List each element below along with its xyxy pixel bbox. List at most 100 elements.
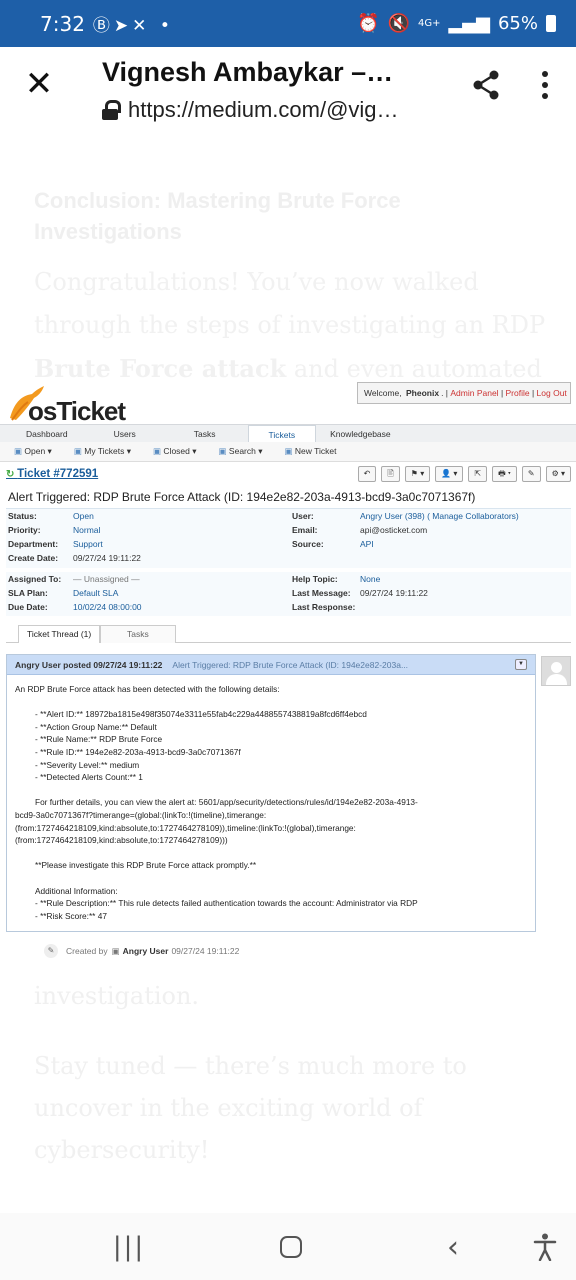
tab-users[interactable]: Users [104,425,146,443]
priority-field: Priority: Normal [8,525,100,535]
system-nav-bar: ||| ‹ [0,1213,576,1280]
notification-icons: Ⓑ➤✕ • [92,16,174,36]
post-subject-preview: Alert Triggered: RDP Brute Force Attack … [172,659,409,670]
sla-value: Default SLA [73,588,119,598]
subnav-search[interactable]: Search ▾ [219,446,263,457]
due-date-field: Due Date: 10/02/24 08:00:00 [8,602,142,612]
article-content-bottom: investigation. Stay tuned — there’s much… [34,975,554,1171]
created-by-line: ✎ Created by ▣ Angry User 09/27/24 19:11… [44,944,239,958]
thread-tabs: Ticket Thread (1) Tasks [6,625,571,643]
welcome-bar: Welcome, Pheonix. | Admin Panel | Profil… [357,382,571,404]
email-field: Email: api@osticket.com [292,525,427,535]
post-author: Angry User posted 09/27/24 19:11:22 [15,659,163,670]
battery-icon [546,15,556,32]
admin-panel-link[interactable]: Admin Panel [450,388,498,398]
created-by-date: 09/27/24 19:11:22 [171,946,240,956]
assign-icon[interactable]: 👤 ▾ [435,466,464,482]
subnav-closed[interactable]: Closed ▾ [153,446,196,457]
chevron-down-icon[interactable]: ▼ [515,659,527,670]
sla-label: SLA Plan: [8,588,48,598]
last-message-label: Last Message: [292,588,351,598]
tab-ticket-thread[interactable]: Ticket Thread (1) [18,625,101,643]
print-icon[interactable]: 🖶 ▾ [492,466,517,482]
created-by-user: Angry User [122,946,169,956]
ticket-header: Ticket #772591 ↶ 🖹 ⚑ ▾ 👤 ▾ ⇱ 🖶 ▾ ✎ ⚙ ▾ [6,466,571,484]
back-icon[interactable]: ‹ [436,1230,470,1265]
source-value: API [360,539,374,549]
post-details-link-text: (from:1727464218109,kind:absolute,to:172… [15,822,356,833]
status-label: Status: [8,511,37,521]
tab-tickets[interactable]: Tickets [247,425,317,443]
post-details-link-text: bcd9-3a0c7071367f?timerange=(global:(lin… [15,809,267,820]
profile-link[interactable]: Profile [506,388,530,398]
mute-icon: 🔇 [387,13,410,34]
tab-dashboard[interactable]: Dashboard [16,425,78,443]
user-value[interactable]: Angry User (398) ( Manage Collaborators) [360,511,519,521]
ticket-info-secondary: Assigned To: — Unassigned — SLA Plan: Defa… [6,572,571,616]
edit-icon[interactable]: ✎ [521,466,541,482]
ticket-subnav: Open ▾ My Tickets ▾ Closed ▾ Search ▾ Ne… [0,442,576,462]
ticket-number-link[interactable]: Ticket #772591 [6,468,98,480]
created-by-label: Created by [66,946,108,956]
assigned-label: Assigned To: [8,574,62,584]
subnav-my-tickets[interactable]: My Tickets ▾ [74,446,131,457]
status-bar: 7:32 Ⓑ➤✕ • ⏰ 🔇 4G+ ▂▄▆ 65% [0,0,576,47]
post-details-link-text: For further details, you can view the al… [35,797,418,808]
flag-icon[interactable]: ⚑ ▾ [404,466,431,482]
tab-knowledgebase[interactable]: Knowledgebase [320,425,401,443]
thread-entry: Angry User posted 09/27/24 19:11:22 Aler… [6,654,536,932]
create-date-field: Create Date: 09/27/24 19:11:22 [8,553,141,563]
source-label: Source: [292,539,324,549]
tab-tasks[interactable]: Tasks [184,425,226,443]
due-date-label: Due Date: [8,602,48,612]
due-date-value: 10/02/24 08:00:00 [73,602,142,612]
last-response-field: Last Response: [292,602,355,612]
subnav-open[interactable]: Open ▾ [14,446,51,457]
post-detail-item: - **Rule ID:** 194e2e82-203a-4913-bcd9-3… [35,746,241,757]
more-options-icon[interactable] [532,69,558,101]
pencil-icon: ✎ [44,944,58,958]
transfer-icon[interactable]: ⇱ [468,466,488,482]
accessibility-icon[interactable] [528,1231,562,1263]
url-bar[interactable]: https://medium.com/@vig… [102,97,442,123]
post-detail-item: - **Rule Name:** RDP Brute Force [35,734,163,745]
home-icon[interactable] [274,1231,308,1263]
create-date-value: 09/27/24 19:11:22 [73,553,141,563]
post-intro: An RDP Brute Force attack has been detec… [15,684,280,694]
post-extra-item: - **Risk Score:** 47 [35,910,107,921]
priority-label: Priority: [8,525,41,535]
clock: 7:32 [40,11,85,36]
user-icon: ▣ [111,945,120,956]
post-details-link-text: (from:1727464218109,kind:absolute,to:172… [15,835,228,846]
note-icon[interactable]: 🖹 [381,466,400,482]
help-topic-field: Help Topic: None [292,574,380,584]
post-additional-heading: Additional Information: [35,885,118,896]
subnav-new-ticket[interactable]: New Ticket [284,446,337,457]
osticket-logo: osTicket [6,382,136,426]
user-field: User: Angry User (398) ( Manage Collabora… [292,511,519,521]
ticket-toolbar: ↶ 🖹 ⚑ ▾ 👤 ▾ ⇱ 🖶 ▾ ✎ ⚙ ▾ [357,466,571,482]
article-content: Conclusion: Mastering Brute Force Invest… [34,185,554,391]
tab-tasks-thread[interactable]: Tasks [100,625,176,643]
create-date-label: Create Date: [8,553,59,563]
priority-value: Normal [73,525,101,535]
post-detail-item: - **Severity Level:** medium [35,759,140,770]
post-please: **Please investigate this RDP Brute Forc… [35,860,257,871]
ticket-info-primary: Status: Open Priority: Normal Department: S… [6,508,571,568]
system-icons: ⏰ 🔇 4G+ ▂▄▆ 65% [357,13,556,34]
article-paragraph: Stay tuned — there’s much more to uncove… [34,1052,467,1164]
gear-icon[interactable]: ⚙ ▾ [545,466,571,482]
paragraph-text: Congratulations! You’ve now walked throu… [34,268,546,339]
article-heading: Conclusion: Mastering Brute Force Invest… [34,188,401,244]
close-icon[interactable]: ✕ [24,67,54,101]
network-label: 4G+ [417,18,441,29]
assigned-value: — Unassigned — [73,574,140,584]
reply-icon[interactable]: ↶ [357,466,377,482]
alarm-icon: ⏰ [357,13,380,34]
post-extra-item: - **Rule Description:** This rule detect… [35,898,418,909]
share-icon[interactable] [470,69,502,101]
recents-icon[interactable]: ||| [110,1231,148,1263]
logout-link[interactable]: Log Out [537,388,567,398]
source-field: Source: API [292,539,374,549]
lock-icon [102,100,121,120]
